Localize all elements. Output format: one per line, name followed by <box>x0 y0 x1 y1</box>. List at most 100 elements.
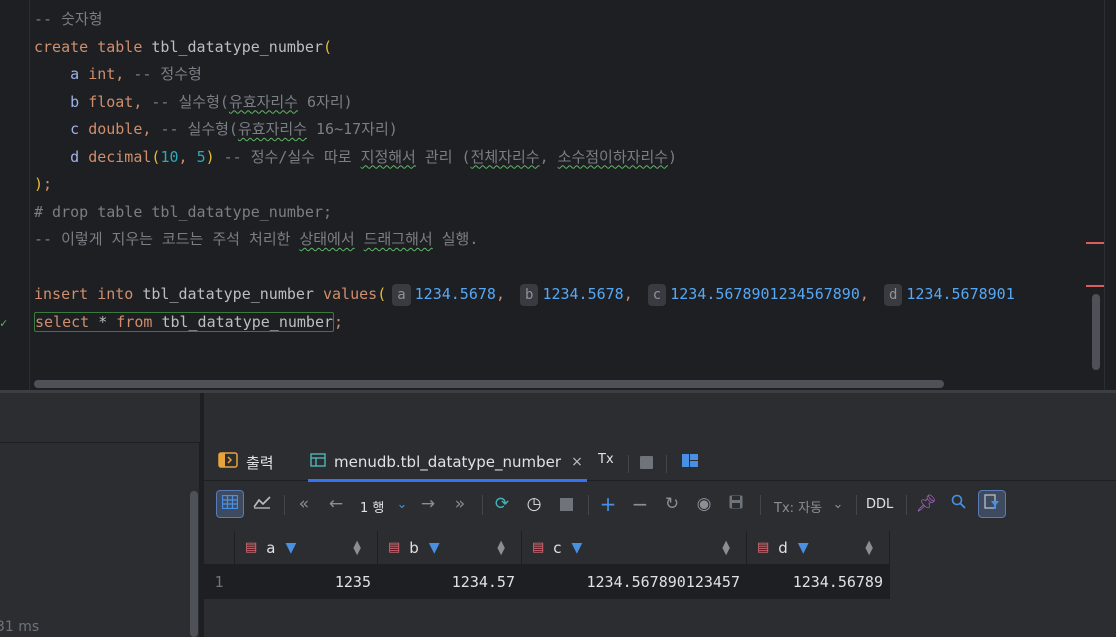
error-stripe <box>1104 0 1116 392</box>
active-statement[interactable]: select * from tbl_datatype_number <box>34 311 335 332</box>
tx-button[interactable]: Tx <box>598 440 614 478</box>
column-header-c[interactable]: ▤ c ▼ ▲ ▼ <box>522 531 747 565</box>
close-icon[interactable]: × <box>571 454 583 470</box>
pin-button[interactable]: 📌︎ <box>912 490 940 518</box>
code-area[interactable]: -- 숫자형 create table tbl_datatype_number( … <box>34 6 1015 336</box>
tab-output-label: 출력 <box>246 453 274 472</box>
code-line[interactable]: c double, -- 실수형(유효자리수 16~17자리) <box>34 116 1015 144</box>
code-token: 16~17자리) <box>306 120 398 138</box>
transaction-mode-selector[interactable]: Tx: 자동 <box>774 497 822 516</box>
search-button[interactable] <box>944 490 972 518</box>
page-size-selector[interactable]: 1 행 <box>360 497 384 516</box>
code-token: 유효자리수 <box>237 120 307 138</box>
table-cell[interactable]: 1234.57 <box>378 565 522 599</box>
services-tree-panel: 31 ms <box>0 393 200 637</box>
column-header-d[interactable]: ▤ d ▼ ▲ ▼ <box>747 531 890 565</box>
stop-icon <box>559 497 573 511</box>
tab-table-result[interactable]: menudb.tbl_datatype_number × <box>308 443 587 482</box>
table-row[interactable]: 1 1235 1234.57 1234.567890123457 1234.56789 <box>204 565 890 599</box>
code-line[interactable]: select * from tbl_datatype_number; <box>34 309 1015 337</box>
code-token: ; <box>43 175 53 193</box>
parameter-hint: d <box>883 284 903 306</box>
code-token: 관리 ( <box>415 147 471 166</box>
history-button[interactable]: ◷ <box>520 490 548 518</box>
filter-icon[interactable]: ▼ <box>572 540 583 556</box>
add-row-button[interactable]: + <box>594 490 622 518</box>
table-view-button[interactable] <box>216 490 244 518</box>
filter-icon[interactable]: ▼ <box>286 540 297 556</box>
vertical-scrollbar[interactable] <box>1092 294 1100 370</box>
code-token: -- 실수형( <box>151 92 229 111</box>
delete-row-button[interactable]: − <box>626 490 654 518</box>
filter-icon[interactable]: ▼ <box>429 540 440 556</box>
sql-editor[interactable]: ✓ -- 숫자형 create table tbl_datatype_number… <box>0 0 1116 392</box>
double-chevron-right-icon: » <box>454 494 466 514</box>
filter-icon[interactable]: ▼ <box>798 540 809 556</box>
code-line[interactable]: b float, -- 실수형(유효자리수 6자리) <box>34 89 1015 117</box>
code-line[interactable]: insert into tbl_datatype_number values(a… <box>34 281 1015 309</box>
cancel-query-button[interactable] <box>552 490 580 518</box>
code-line[interactable] <box>34 254 1015 282</box>
last-page-button[interactable]: » <box>446 490 474 518</box>
stop-button[interactable] <box>640 443 653 481</box>
preview-button[interactable]: ◉ <box>690 490 718 518</box>
sort-icon[interactable]: ▲ ▼ <box>353 539 361 556</box>
code-token: 1234.5678 <box>542 285 624 303</box>
code-line[interactable]: create table tbl_datatype_number( <box>34 34 1015 62</box>
code-token: int <box>88 65 116 83</box>
chart-view-button[interactable] <box>248 490 276 518</box>
code-line[interactable]: # drop table tbl_datatype_number; <box>34 199 1015 227</box>
revert-button[interactable]: ↻ <box>658 490 686 518</box>
sort-icon[interactable]: ▲ ▼ <box>722 539 730 556</box>
table-cell[interactable]: 1234.56789 <box>747 565 890 599</box>
code-token: ) <box>205 147 215 166</box>
filter-view-button[interactable] <box>978 490 1006 518</box>
column-header-b[interactable]: ▤ b ▼ ▲ ▼ <box>378 531 522 565</box>
code-line[interactable]: d decimal(10, 5) -- 정수/실수 따로 지정해서 관리 (전체… <box>34 144 1015 172</box>
code-token: -- 실수형( <box>160 120 238 138</box>
table-cell[interactable]: 1234.567890123457 <box>522 565 747 599</box>
column-name: d <box>778 538 788 557</box>
code-token: d <box>70 147 89 166</box>
page-size-dropdown[interactable]: ⌄ <box>388 490 416 518</box>
search-icon <box>951 494 966 514</box>
first-page-button[interactable]: « <box>290 490 318 518</box>
code-line[interactable]: a int, -- 정수형 <box>34 61 1015 89</box>
code-token: 5 <box>196 147 206 166</box>
table-cell[interactable]: 1235 <box>235 565 378 599</box>
submit-button[interactable] <box>722 490 750 518</box>
previous-page-button[interactable]: ← <box>322 490 350 518</box>
code-token: , <box>859 285 878 303</box>
layout-button[interactable] <box>682 443 698 481</box>
results-tabs: 출력 menudb.tbl_datatype_number × Tx <box>204 440 1116 482</box>
code-token: # drop table tbl_datatype_number; <box>34 202 333 221</box>
refresh-button[interactable]: ⟳ <box>488 490 516 518</box>
horizontal-scrollbar[interactable] <box>34 380 944 388</box>
tab-output[interactable]: 출력 <box>218 443 274 481</box>
code-token: 상태에서 <box>299 230 355 248</box>
next-page-button[interactable]: → <box>414 490 442 518</box>
code-token: ) <box>34 175 44 193</box>
code-line[interactable]: -- 이렇게 지우는 코드는 주석 처리한 상태에서 드래그해서 실행. <box>34 226 1015 254</box>
tab-table-label: menudb.tbl_datatype_number <box>334 453 562 471</box>
code-token: -- 정수/실수 따로 <box>214 147 361 166</box>
error-stripe-mark[interactable] <box>1086 242 1104 244</box>
code-token: 1234.5678901234567890 <box>670 285 860 303</box>
code-token: 소수점이하자리수 <box>557 147 669 166</box>
code-line[interactable]: ); <box>34 171 1015 199</box>
code-line[interactable]: -- 숫자형 <box>34 6 1015 34</box>
editor-gutter: ✓ <box>0 0 30 392</box>
code-token: * <box>98 312 117 331</box>
services-scrollbar[interactable] <box>190 491 198 637</box>
code-token: , <box>495 285 514 303</box>
ddl-button[interactable]: DDL <box>866 497 893 512</box>
code-token: insert into <box>34 285 143 303</box>
sort-icon[interactable]: ▲ ▼ <box>497 539 505 556</box>
transaction-mode-dropdown[interactable]: ⌄ <box>824 490 852 518</box>
column-header-a[interactable]: ▤ a ▼ ▲ ▼ <box>235 531 378 565</box>
sort-icon[interactable]: ▲ ▼ <box>865 539 873 556</box>
code-token: , <box>115 65 134 83</box>
error-stripe-mark[interactable] <box>1086 285 1104 287</box>
